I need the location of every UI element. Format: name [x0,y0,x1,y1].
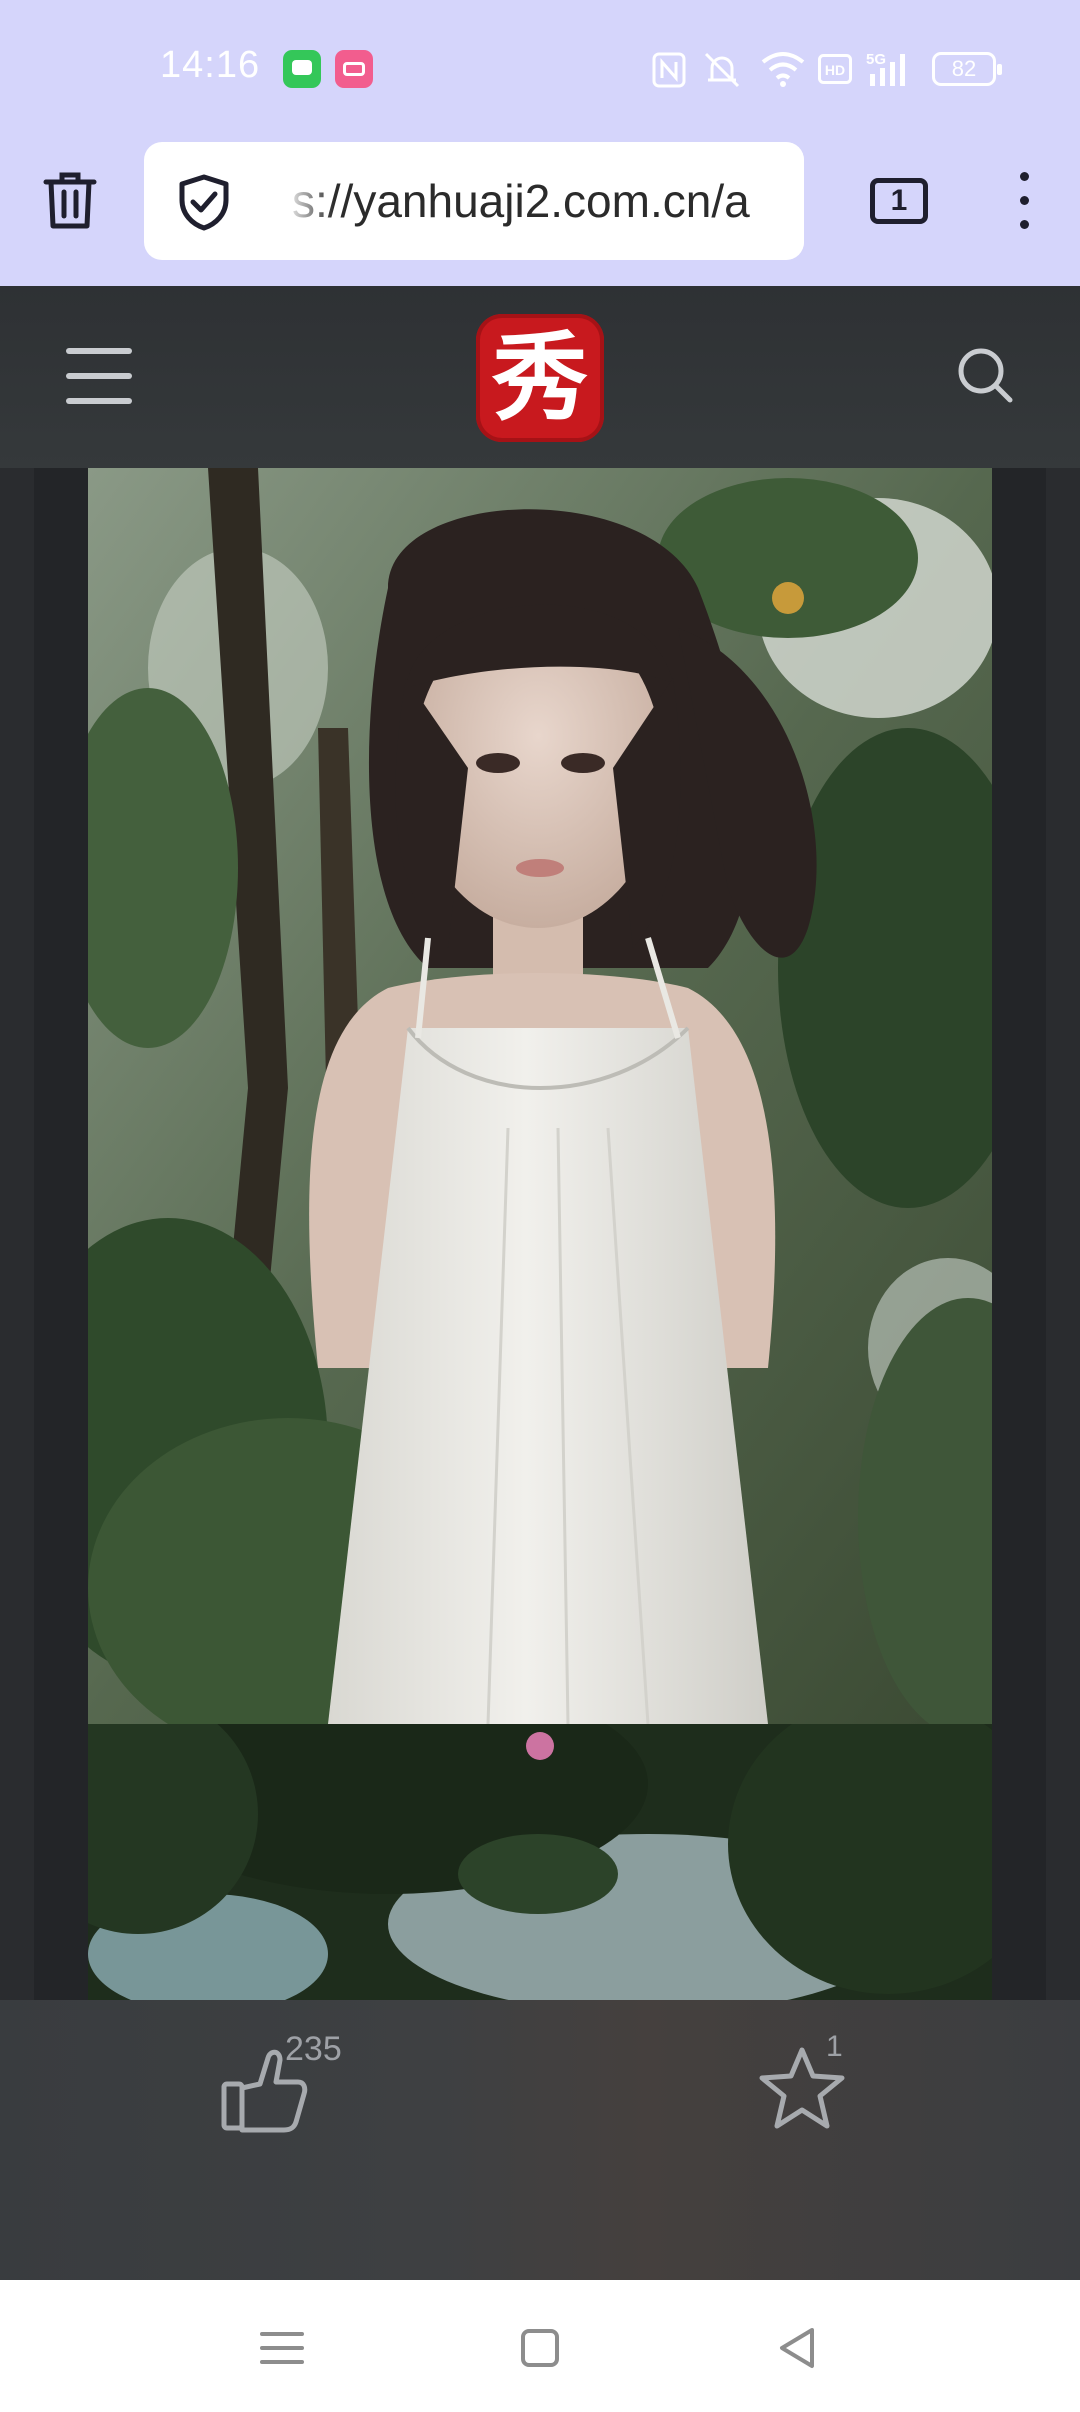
gallery-photo[interactable] [88,1724,992,2000]
gallery-photo[interactable] [88,468,992,1724]
gutter [992,468,1046,2000]
search-icon[interactable] [956,346,1014,404]
recents-icon[interactable] [252,2318,312,2378]
hamburger-menu-icon[interactable] [66,348,132,404]
browser-toolbar: s://yanhuaji2.com.cn/a 1 [0,138,1080,286]
battery-icon: 82 [932,52,1002,86]
navigation-bar [0,2280,1080,2412]
home-icon[interactable] [510,2318,570,2378]
photo-illustration [88,468,992,1724]
wifi-icon [761,52,805,87]
menu-dot [1020,220,1029,229]
shield-icon[interactable] [174,172,234,232]
gutter [34,468,88,2000]
mute-icon [704,52,740,88]
photo-illustration [88,1724,992,2000]
svg-text:HD: HD [825,62,845,78]
back-icon[interactable] [768,2318,828,2378]
url-fade [754,142,804,260]
more-menu-button[interactable] [1010,168,1040,234]
bilibili-icon [335,50,373,88]
messages-icon [283,50,321,88]
hd-icon: HD [818,54,852,84]
url-fade [284,142,334,260]
address-bar[interactable]: s://yanhuaji2.com.cn/a [144,142,804,260]
trash-icon [43,172,97,229]
action-bar: 235 1 [0,2000,1080,2280]
status-time: 14:16 [160,44,261,86]
5g-signal-icon: 5G [866,51,905,86]
svg-text:5G: 5G [866,51,886,68]
menu-dot [1020,172,1029,181]
status-bar: 14:16 HD 5G 82 [0,0,1080,138]
site-logo[interactable]: 秀 [476,314,604,442]
like-count: 235 [285,2030,342,2068]
tabs-button[interactable]: 1 [870,178,928,224]
delete-button[interactable] [38,168,102,232]
content-area [0,468,1080,2412]
site-header: 秀 [0,286,1080,468]
favorite-count: 1 [826,2030,843,2063]
menu-dot [1020,196,1029,205]
url-text[interactable]: s://yanhuaji2.com.cn/a [292,174,750,228]
nfc-icon [652,52,686,88]
